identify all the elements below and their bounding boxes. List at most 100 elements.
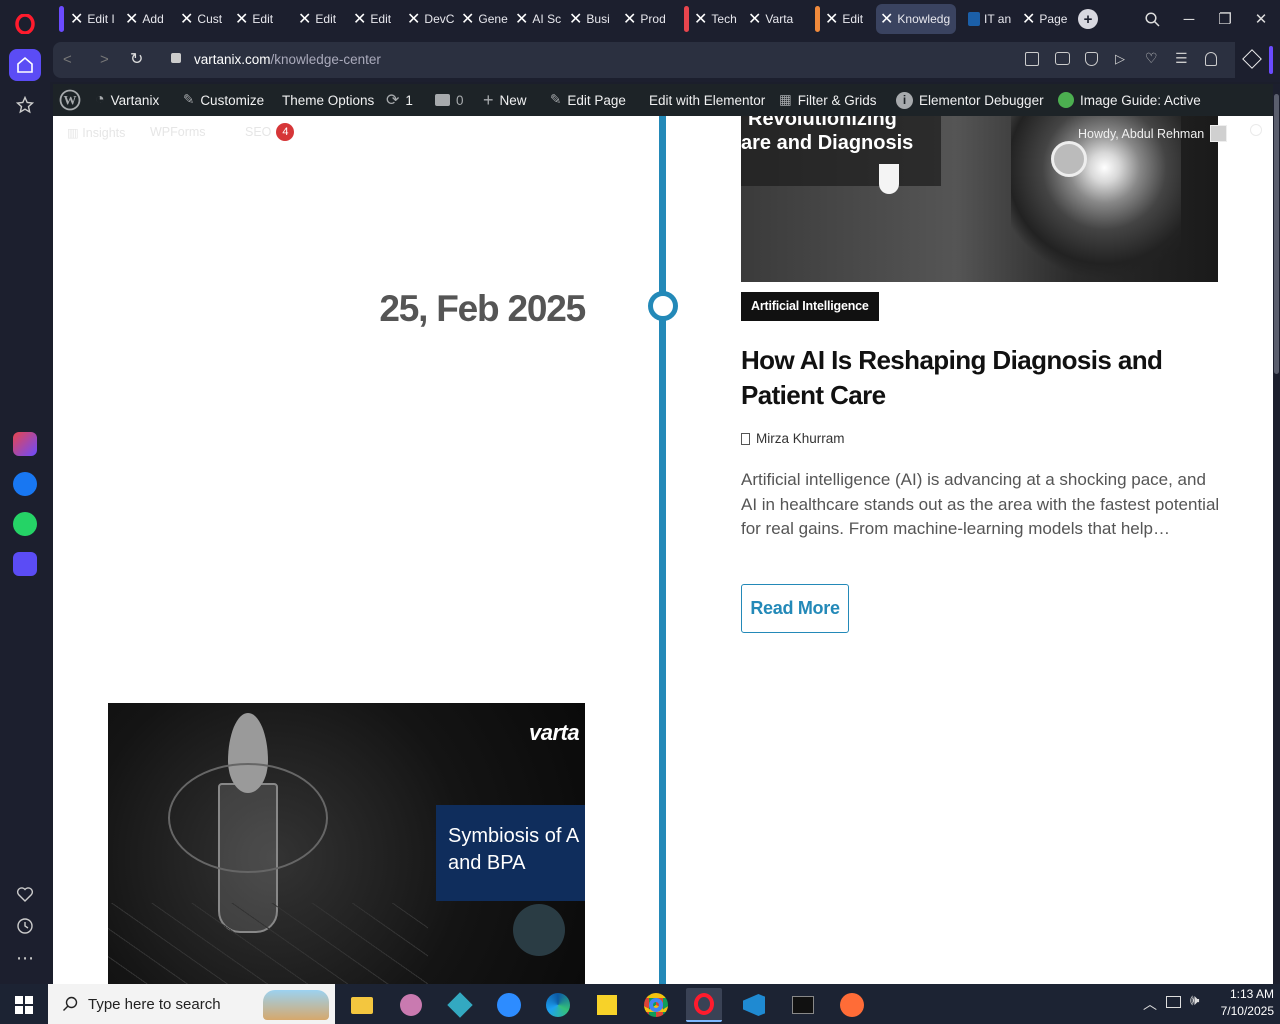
post-title[interactable]: How AI Is Reshaping Diagnosis and Patien… bbox=[741, 343, 1201, 413]
tab-group-indicator bbox=[815, 6, 820, 32]
taskbar-search-box[interactable]: Type here to search bbox=[48, 984, 335, 1024]
restore-button[interactable]: ❐ bbox=[1213, 8, 1237, 30]
tab[interactable]: ✕ Cust bbox=[180, 4, 228, 34]
star-icon[interactable] bbox=[9, 89, 41, 121]
more-icon[interactable]: ⋯ bbox=[9, 942, 41, 974]
search-icon bbox=[63, 996, 78, 1011]
timeline-marker bbox=[648, 291, 678, 321]
tab[interactable]: ✕ Edit bbox=[298, 4, 346, 34]
whatsapp-icon[interactable] bbox=[9, 508, 41, 540]
clock-time: 1:13 AM bbox=[1229, 987, 1274, 1001]
orbit-ring-shape bbox=[168, 763, 328, 873]
music-player-icon[interactable] bbox=[9, 548, 41, 580]
theme-options-link[interactable]: Theme Options bbox=[282, 84, 374, 116]
heart-icon[interactable] bbox=[9, 878, 41, 910]
next-post-featured-image[interactable]: varta Symbiosis of A and BPA bbox=[108, 703, 585, 984]
tab[interactable]: ✕ Busi bbox=[569, 4, 617, 34]
tab[interactable]: ✕ Edit bbox=[235, 4, 283, 34]
updates-link[interactable]: ⟳ 1 bbox=[386, 84, 413, 116]
tab-strip: ✕ Edit I ✕ Add ✕ Cust ✕ Edit ✕ Edit ✕ Edit ✕ De… bbox=[50, 0, 1280, 38]
lock-icon[interactable] bbox=[171, 53, 181, 63]
scrollbar[interactable] bbox=[1273, 84, 1280, 984]
wordpress-logo-icon[interactable]: W bbox=[59, 84, 81, 116]
app-icon[interactable] bbox=[393, 988, 429, 1022]
howdy-user-menu[interactable]: Howdy, Abdul Rehman bbox=[1078, 125, 1228, 142]
vscode-icon[interactable] bbox=[736, 988, 772, 1022]
tab[interactable]: ✕ Edit bbox=[353, 4, 401, 34]
chevron-up-icon[interactable]: ︿ bbox=[1143, 994, 1157, 1014]
image-guide-link[interactable]: Image Guide: Active bbox=[1058, 84, 1201, 116]
opera-logo-icon[interactable] bbox=[9, 8, 41, 40]
site-favicon-icon: ✕ bbox=[825, 11, 839, 28]
camera-icon[interactable] bbox=[1055, 52, 1070, 65]
edit-with-elementor-link[interactable]: Edit with Elementor bbox=[649, 84, 765, 116]
minimize-button[interactable]: ─ bbox=[1177, 8, 1201, 30]
sticky-notes-icon[interactable] bbox=[589, 988, 625, 1022]
site-favicon-icon: ✕ bbox=[298, 11, 312, 28]
seo-link[interactable]: SEO 4 bbox=[245, 123, 295, 141]
reload-button[interactable]: ↻ bbox=[130, 49, 143, 69]
post-author[interactable]: Mirza Khurram bbox=[741, 431, 845, 446]
comments-link[interactable]: 0 bbox=[435, 84, 464, 116]
windows-start-icon[interactable] bbox=[6, 988, 42, 1022]
volume-icon[interactable]: 🕪 bbox=[1190, 992, 1199, 1009]
url-input[interactable]: vartanix.com/knowledge-center bbox=[194, 52, 381, 67]
taskbar-clock[interactable]: 1:13 AM 7/10/2025 bbox=[1212, 986, 1274, 1020]
search-tabs-icon[interactable] bbox=[1140, 8, 1164, 30]
tab[interactable]: ✕ Edit I bbox=[70, 4, 118, 34]
shield-icon[interactable] bbox=[1085, 52, 1098, 66]
svg-text:W: W bbox=[64, 93, 77, 108]
tab[interactable]: ✕ Varta bbox=[748, 4, 796, 34]
scrollbar-thumb[interactable] bbox=[1274, 94, 1279, 374]
opera-taskbar-icon[interactable] bbox=[686, 988, 722, 1022]
tab[interactable]: ✕ Gene bbox=[461, 4, 509, 34]
site-favicon-icon: ✕ bbox=[694, 11, 708, 28]
profile-icon[interactable] bbox=[1205, 52, 1217, 66]
send-icon[interactable]: ▷ bbox=[1115, 51, 1125, 67]
new-content-link[interactable]: + New bbox=[483, 84, 527, 116]
tab[interactable]: ✕ Edit bbox=[825, 4, 873, 34]
edge-icon[interactable] bbox=[540, 988, 576, 1022]
tab[interactable]: ✕ Add bbox=[125, 4, 173, 34]
favorite-heart-icon[interactable]: ♡ bbox=[1145, 50, 1158, 67]
tab[interactable]: IT an bbox=[968, 4, 1020, 34]
tab[interactable]: ✕ DevC bbox=[407, 4, 455, 34]
tab-active[interactable]: ✕ Knowledg bbox=[876, 4, 956, 34]
network-icon[interactable] bbox=[1166, 996, 1181, 1008]
category-badge[interactable]: Artificial Intelligence bbox=[741, 292, 879, 321]
forward-button[interactable]: > bbox=[100, 51, 109, 68]
zoom-icon[interactable] bbox=[491, 988, 527, 1022]
next-post-banner: Symbiosis of A and BPA bbox=[436, 805, 585, 901]
tab[interactable]: ✕ Prod bbox=[623, 4, 671, 34]
close-window-button[interactable]: ✕ bbox=[1249, 8, 1273, 30]
new-tab-button[interactable]: + bbox=[1078, 9, 1098, 29]
edit-icon[interactable] bbox=[1025, 52, 1039, 66]
play-circle-shape[interactable] bbox=[513, 904, 565, 956]
insights-link[interactable]: ▥ Insights bbox=[67, 125, 125, 140]
edit-page-link[interactable]: ✎ Edit Page bbox=[550, 84, 626, 116]
file-explorer-icon[interactable] bbox=[344, 988, 380, 1022]
tab[interactable]: ✕ Tech bbox=[694, 4, 742, 34]
terminal-icon[interactable] bbox=[785, 988, 821, 1022]
elementor-debugger-link[interactable]: i Elementor Debugger bbox=[896, 84, 1044, 116]
aria-ai-icon[interactable] bbox=[9, 428, 41, 460]
back-button[interactable]: < bbox=[63, 51, 72, 68]
read-more-button[interactable]: Read More bbox=[741, 584, 849, 633]
tab[interactable]: ✕ Page bbox=[1022, 4, 1070, 34]
home-icon[interactable] bbox=[9, 49, 41, 81]
customize-link[interactable]: ✎ Customize bbox=[183, 84, 264, 116]
messenger-icon[interactable] bbox=[9, 468, 41, 500]
extensions-cube-icon[interactable] bbox=[1242, 49, 1262, 69]
easy-setup-icon[interactable]: ☰ bbox=[1175, 50, 1188, 67]
app-diamond-icon[interactable] bbox=[442, 988, 478, 1022]
author-icon bbox=[741, 432, 750, 445]
site-name-link[interactable]: ◔ Vartanix bbox=[95, 84, 159, 116]
postman-icon[interactable] bbox=[834, 988, 870, 1022]
history-icon[interactable] bbox=[9, 910, 41, 942]
doc-favicon-icon bbox=[968, 12, 980, 26]
chrome-icon[interactable] bbox=[638, 988, 674, 1022]
wpforms-link[interactable]: WPForms bbox=[150, 125, 206, 139]
tab[interactable]: ✕ AI Sc bbox=[515, 4, 563, 34]
filter-grids-link[interactable]: ▦ Filter & Grids bbox=[779, 84, 877, 116]
admin-search-icon[interactable] bbox=[1250, 124, 1262, 136]
